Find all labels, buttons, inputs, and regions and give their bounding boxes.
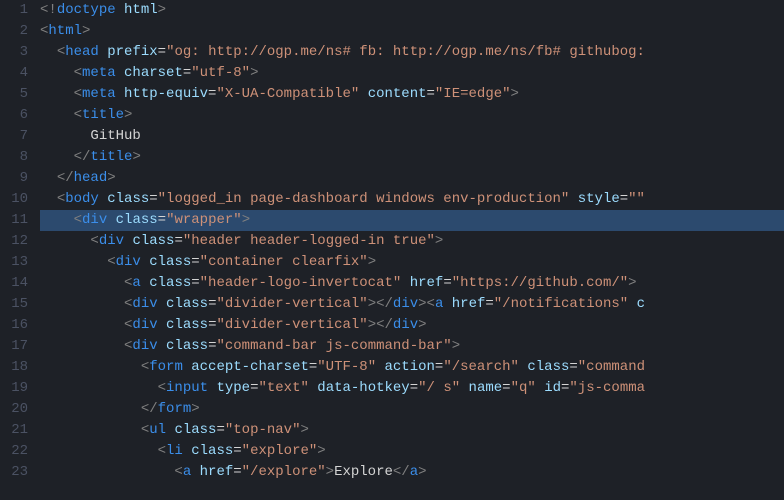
code-line[interactable]: <!doctype html>: [40, 0, 784, 21]
code-content[interactable]: <!doctype html><html> <head prefix="og: …: [40, 0, 784, 500]
code-editor[interactable]: 1234567891011121314151617181920212223 <!…: [0, 0, 784, 500]
line-number: 22: [0, 441, 28, 462]
code-line[interactable]: <a href="/explore">Explore</a>: [40, 462, 784, 483]
line-number: 13: [0, 252, 28, 273]
line-number: 14: [0, 273, 28, 294]
code-line[interactable]: <div class="container clearfix">: [40, 252, 784, 273]
line-number: 16: [0, 315, 28, 336]
code-line[interactable]: GitHub: [40, 126, 784, 147]
line-number: 1: [0, 0, 28, 21]
line-number: 7: [0, 126, 28, 147]
line-number: 12: [0, 231, 28, 252]
line-number: 9: [0, 168, 28, 189]
line-number: 5: [0, 84, 28, 105]
code-line[interactable]: <head prefix="og: http://ogp.me/ns# fb: …: [40, 42, 784, 63]
line-number: 15: [0, 294, 28, 315]
code-line[interactable]: <meta charset="utf-8">: [40, 63, 784, 84]
code-line[interactable]: <body class="logged_in page-dashboard wi…: [40, 189, 784, 210]
line-number: 17: [0, 336, 28, 357]
code-line[interactable]: <a class="header-logo-invertocat" href="…: [40, 273, 784, 294]
code-line[interactable]: </head>: [40, 168, 784, 189]
code-line[interactable]: <meta http-equiv="X-UA-Compatible" conte…: [40, 84, 784, 105]
code-line[interactable]: <form accept-charset="UTF-8" action="/se…: [40, 357, 784, 378]
line-number: 19: [0, 378, 28, 399]
line-number: 6: [0, 105, 28, 126]
code-line[interactable]: <html>: [40, 21, 784, 42]
code-line[interactable]: <title>: [40, 105, 784, 126]
code-line[interactable]: <input type="text" data-hotkey="/ s" nam…: [40, 378, 784, 399]
line-number: 8: [0, 147, 28, 168]
code-line[interactable]: </form>: [40, 399, 784, 420]
code-line[interactable]: <li class="explore">: [40, 441, 784, 462]
code-line[interactable]: <div class="header header-logged-in true…: [40, 231, 784, 252]
code-line[interactable]: <div class="divider-vertical"></div>: [40, 315, 784, 336]
line-number: 4: [0, 63, 28, 84]
code-line[interactable]: </title>: [40, 147, 784, 168]
line-number: 10: [0, 189, 28, 210]
line-number-gutter: 1234567891011121314151617181920212223: [0, 0, 40, 500]
code-line[interactable]: <ul class="top-nav">: [40, 420, 784, 441]
line-number: 20: [0, 399, 28, 420]
line-number: 21: [0, 420, 28, 441]
line-number: 18: [0, 357, 28, 378]
line-number: 23: [0, 462, 28, 483]
line-number: 11: [0, 210, 28, 231]
code-line[interactable]: <div class="command-bar js-command-bar">: [40, 336, 784, 357]
line-number: 3: [0, 42, 28, 63]
code-line[interactable]: <div class="wrapper">: [40, 210, 784, 231]
line-number: 2: [0, 21, 28, 42]
code-line[interactable]: <div class="divider-vertical"></div><a h…: [40, 294, 784, 315]
